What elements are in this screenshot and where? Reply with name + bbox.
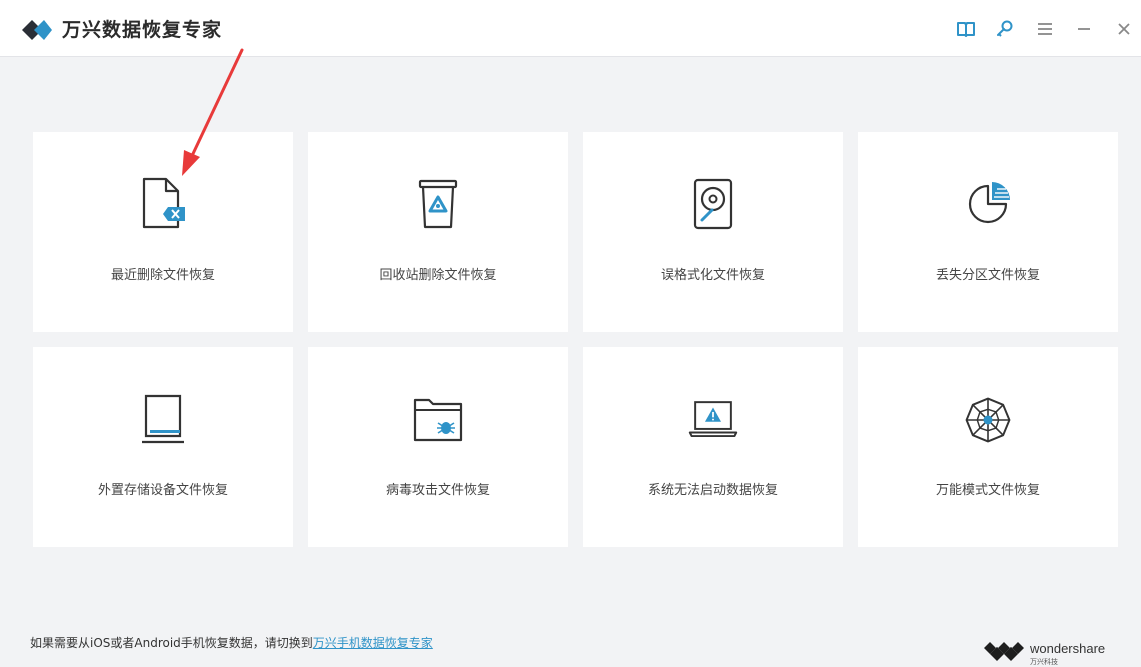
partition-icon — [963, 177, 1013, 233]
card-recycle-bin[interactable]: 回收站删除文件恢复 — [308, 132, 568, 332]
recycle-bin-icon — [413, 177, 463, 233]
web-mode-icon — [963, 392, 1013, 448]
card-virus-attack[interactable]: 病毒攻击文件恢复 — [308, 347, 568, 547]
card-label: 丢失分区文件恢复 — [935, 268, 1040, 283]
card-label: 系统无法启动数据恢复 — [647, 483, 778, 498]
card-system-boot[interactable]: 系统无法启动数据恢复 — [583, 347, 843, 547]
virus-folder-icon — [413, 392, 463, 448]
close-icon[interactable] — [1113, 18, 1135, 40]
external-storage-icon — [138, 392, 188, 448]
footer-note-text: 如果需要从iOS或者Android手机恢复数据，请切换到 — [30, 636, 313, 650]
card-label: 外置存储设备文件恢复 — [97, 483, 228, 498]
card-label: 回收站删除文件恢复 — [379, 268, 497, 283]
card-recent-deleted[interactable]: 最近删除文件恢复 — [33, 132, 293, 332]
card-all-round-mode[interactable]: 万能模式文件恢复 — [858, 347, 1118, 547]
book-icon[interactable] — [955, 18, 977, 40]
key-icon[interactable] — [994, 18, 1016, 40]
card-label: 最近删除文件恢复 — [110, 268, 215, 283]
card-label: 万能模式文件恢复 — [935, 483, 1040, 498]
hard-drive-icon — [688, 177, 738, 233]
wondershare-logo-icon — [984, 642, 1024, 661]
card-external-storage[interactable]: 外置存储设备文件恢复 — [33, 347, 293, 547]
deleted-file-icon — [138, 177, 188, 233]
mobile-recovery-link[interactable]: 万兴手机数据恢复专家 — [313, 636, 433, 650]
card-label: 误格式化文件恢复 — [660, 268, 765, 283]
card-formatted[interactable]: 误格式化文件恢复 — [583, 132, 843, 332]
card-lost-partition[interactable]: 丢失分区文件恢复 — [858, 132, 1118, 332]
card-label: 病毒攻击文件恢复 — [385, 483, 490, 498]
app-logo-icon — [22, 20, 52, 40]
title-bar: 万兴数据恢复专家 — [0, 0, 1141, 57]
minimize-icon[interactable] — [1073, 18, 1095, 40]
laptop-warning-icon — [688, 392, 738, 448]
footer-note: 如果需要从iOS或者Android手机恢复数据，请切换到万兴手机数据恢复专家 — [30, 634, 433, 651]
brand-name: wondershare — [1030, 641, 1106, 656]
annotation-arrow — [182, 48, 244, 176]
menu-icon[interactable] — [1034, 18, 1056, 40]
app-title: 万兴数据恢复专家 — [62, 19, 223, 41]
brand-logo: wondershare 万兴科技 — [984, 640, 1114, 666]
